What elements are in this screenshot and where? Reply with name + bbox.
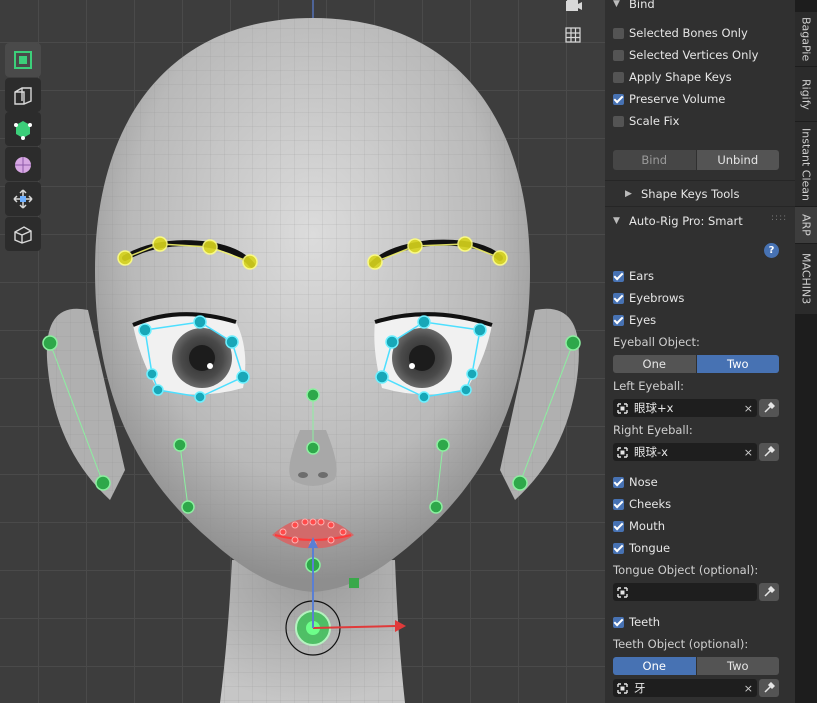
tab-arp[interactable]: ARP: [795, 207, 817, 244]
clear-icon[interactable]: ×: [744, 446, 753, 459]
checkbox-icon: [613, 27, 624, 39]
chevron-down-icon: ▼: [613, 0, 620, 9]
eyedropper-button[interactable]: [759, 443, 779, 461]
teeth-object-field: 牙 ×: [613, 679, 779, 697]
sidebar-tab-strip: BagaPie Rigify Instant Clean ARP MACHIN3: [795, 0, 817, 703]
teeth-checkbox[interactable]: Teeth: [613, 612, 660, 632]
camera-icon: [566, 0, 582, 11]
eyebrows-checkbox[interactable]: Eyebrows: [613, 288, 684, 308]
eyeball-object-selector: One Two: [613, 355, 779, 373]
object-icon: [617, 446, 628, 458]
object-icon: [617, 402, 628, 414]
tongue-checkbox[interactable]: Tongue: [613, 538, 670, 558]
checkbox-checked-icon: [613, 616, 624, 628]
left-eyeball-label: Left Eyeball:: [613, 379, 685, 393]
checkbox-icon: [613, 49, 624, 61]
tab-machin3[interactable]: MACHIN3: [795, 244, 817, 315]
eyedropper-icon: [764, 682, 775, 693]
object-icon: [617, 682, 628, 694]
checkbox-checked-icon: [613, 314, 624, 326]
chevron-down-icon: ▼: [613, 216, 620, 226]
eyeball-two-option[interactable]: Two: [695, 355, 779, 373]
eyedropper-button[interactable]: [759, 583, 779, 601]
sidebar-panel: ▼ Bind Selected Bones Only Selected Vert…: [605, 0, 795, 703]
scale-fix-checkbox[interactable]: Scale Fix: [613, 111, 679, 131]
unbind-button[interactable]: Unbind: [695, 150, 779, 170]
clear-icon[interactable]: ×: [744, 682, 753, 695]
box-add-icon: [14, 226, 32, 244]
tab-rigify[interactable]: Rigify: [795, 67, 817, 122]
checkbox-icon: [613, 115, 624, 127]
eyedropper-button[interactable]: [759, 399, 779, 417]
help-icon[interactable]: ?: [764, 243, 779, 258]
grid-view-button[interactable]: [562, 24, 584, 46]
tongue-object-input[interactable]: [613, 583, 757, 601]
tongue-object-field: [613, 583, 779, 601]
selected-bones-only-checkbox[interactable]: Selected Bones Only: [613, 23, 748, 43]
checkbox-checked-icon: [613, 498, 624, 510]
mouth-checkbox[interactable]: Mouth: [613, 516, 665, 536]
bind-unbind-buttons: Bind Unbind: [613, 150, 779, 170]
sculpt-sphere-icon: [15, 157, 31, 173]
tool-edit-mode[interactable]: [5, 43, 41, 77]
tool-move[interactable]: [5, 182, 41, 216]
3d-viewport[interactable]: [0, 0, 605, 703]
edit-mode-cube-icon: [14, 51, 32, 69]
bind-section-header[interactable]: ▼ Bind: [613, 0, 655, 14]
left-eyeball-input[interactable]: 眼球+x ×: [613, 399, 757, 417]
grid-icon: [565, 27, 581, 43]
eyedropper-icon: [764, 446, 775, 457]
eyedropper-icon: [764, 586, 775, 597]
checkbox-icon: [613, 71, 624, 83]
camera-view-button[interactable]: [562, 0, 584, 16]
clear-icon[interactable]: ×: [744, 402, 753, 415]
checkbox-checked-icon: [613, 93, 624, 105]
select-box-icon: [14, 121, 32, 140]
tool-select-box[interactable]: [5, 112, 41, 146]
tongue-object-label: Tongue Object (optional):: [613, 563, 759, 577]
bind-button[interactable]: Bind: [613, 150, 696, 170]
teeth-object-selector: One Two: [613, 657, 779, 675]
tool-sculpt[interactable]: [5, 147, 41, 181]
eyedropper-button[interactable]: [759, 679, 779, 697]
checkbox-checked-icon: [613, 542, 624, 554]
right-eyeball-label: Right Eyeball:: [613, 423, 693, 437]
ears-checkbox[interactable]: Ears: [613, 266, 654, 286]
right-eyeball-input[interactable]: 眼球-x ×: [613, 443, 757, 461]
object-icon: [617, 586, 628, 598]
eyeball-object-label: Eyeball Object:: [613, 335, 700, 349]
preserve-volume-checkbox[interactable]: Preserve Volume: [613, 89, 725, 109]
auto-rig-pro-smart-header[interactable]: ▼ Auto-Rig Pro: Smart: [613, 211, 743, 231]
selected-vertices-only-checkbox[interactable]: Selected Vertices Only: [613, 45, 758, 65]
extrude-icon: [14, 87, 32, 105]
nose-checkbox[interactable]: Nose: [613, 472, 658, 492]
left-eyeball-field: 眼球+x ×: [613, 399, 779, 417]
apply-shape-keys-checkbox[interactable]: Apply Shape Keys: [613, 67, 732, 87]
checkbox-checked-icon: [613, 520, 624, 532]
teeth-object-label: Teeth Object (optional):: [613, 637, 749, 651]
eyeball-one-option[interactable]: One: [613, 355, 696, 373]
right-eyeball-field: 眼球-x ×: [613, 443, 779, 461]
tool-add-box[interactable]: [5, 217, 41, 251]
checkbox-checked-icon: [613, 476, 624, 488]
move-arrows-icon: [13, 189, 33, 209]
teeth-object-input[interactable]: 牙 ×: [613, 679, 757, 697]
chevron-right-icon: ▶: [625, 189, 632, 199]
checkbox-checked-icon: [613, 292, 624, 304]
teeth-one-option[interactable]: One: [613, 657, 696, 675]
eyes-checkbox[interactable]: Eyes: [613, 310, 656, 330]
drag-handle-icon[interactable]: ::::: [771, 213, 787, 223]
shape-keys-tools-header[interactable]: ▶ Shape Keys Tools: [625, 184, 740, 204]
teeth-two-option[interactable]: Two: [695, 657, 779, 675]
cheeks-checkbox[interactable]: Cheeks: [613, 494, 671, 514]
tab-instant-clean[interactable]: Instant Clean: [795, 122, 817, 207]
tool-extrude[interactable]: [5, 78, 41, 112]
checkbox-checked-icon: [613, 270, 624, 282]
tab-bagapie[interactable]: BagaPie: [795, 12, 817, 67]
eyedropper-icon: [764, 402, 775, 413]
head-model-scene: [42, 0, 581, 703]
